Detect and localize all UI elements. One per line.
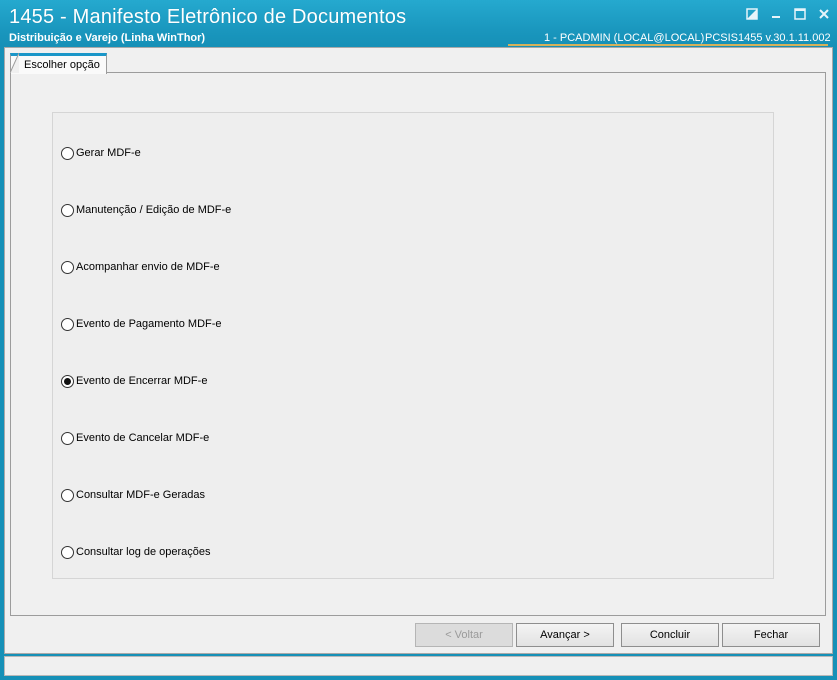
option-manutencao-edicao[interactable]: Manutenção / Edição de MDF-e xyxy=(61,202,231,218)
option-evento-cancelar[interactable]: Evento de Cancelar MDF-e xyxy=(61,430,209,446)
tab-escolher-opcao[interactable]: Escolher opção xyxy=(10,53,107,74)
status-bar xyxy=(4,656,833,676)
option-consultar-log[interactable]: Consultar log de operações xyxy=(61,544,211,560)
option-evento-pagamento[interactable]: Evento de Pagamento MDF-e xyxy=(61,316,222,332)
user-info: 1 - PCADMIN (LOCAL@LOCAL) xyxy=(544,32,705,44)
window-subtitle: Distribuição e Varejo (Linha WinThor) xyxy=(9,32,206,44)
close-button[interactable]: Fechar xyxy=(722,623,820,647)
next-button[interactable]: Avançar > xyxy=(516,623,614,647)
radio-button[interactable] xyxy=(61,488,74,502)
option-label: Consultar MDF-e Geradas xyxy=(76,489,205,501)
option-label: Evento de Cancelar MDF-e xyxy=(76,432,210,444)
tab-label: Escolher opção xyxy=(24,59,100,71)
option-label: Manutenção / Edição de MDF-e xyxy=(76,204,232,216)
maximize-icon[interactable] xyxy=(792,6,808,22)
tab-edge-decoration xyxy=(10,53,19,73)
radio-button-selected[interactable] xyxy=(61,374,74,388)
close-icon[interactable] xyxy=(816,6,832,22)
radio-dot xyxy=(64,377,71,385)
radio-button[interactable] xyxy=(61,203,74,217)
option-evento-encerrar[interactable]: Evento de Encerrar MDF-e xyxy=(61,373,207,389)
back-button[interactable]: < Voltar xyxy=(415,623,513,647)
version-info: PCSIS1455 v.30.1.11.002 xyxy=(705,32,831,44)
option-label: Gerar MDF-e xyxy=(76,147,141,159)
option-gerar-mdfe[interactable]: Gerar MDF-e xyxy=(61,145,141,161)
options-group: Gerar MDF-e Manutenção / Edição de MDF-e… xyxy=(52,112,774,579)
option-label: Acompanhar envio de MDF-e xyxy=(76,261,220,273)
option-label: Evento de Encerrar MDF-e xyxy=(76,375,208,387)
tab-page: Gerar MDF-e Manutenção / Edição de MDF-e… xyxy=(10,72,826,616)
option-consultar-geradas[interactable]: Consultar MDF-e Geradas xyxy=(61,487,205,503)
radio-button[interactable] xyxy=(61,431,74,445)
radio-button[interactable] xyxy=(61,545,74,559)
minimize-icon[interactable] xyxy=(768,6,784,22)
finish-button[interactable]: Concluir xyxy=(621,623,719,647)
window-title: 1455 - Manifesto Eletrônico de Documento… xyxy=(9,6,407,28)
radio-button[interactable] xyxy=(61,317,74,331)
title-accent-line xyxy=(508,44,828,46)
option-acompanhar-envio[interactable]: Acompanhar envio de MDF-e xyxy=(61,259,220,275)
restore-icon[interactable] xyxy=(744,6,760,22)
radio-button[interactable] xyxy=(61,260,74,274)
option-label: Evento de Pagamento MDF-e xyxy=(76,318,222,330)
option-label: Consultar log de operações xyxy=(76,546,211,558)
client-area: Escolher opção Gerar MDF-e Manutenção / … xyxy=(4,47,833,654)
app-window: 1455 - Manifesto Eletrônico de Documento… xyxy=(0,0,837,680)
radio-button[interactable] xyxy=(61,146,74,160)
